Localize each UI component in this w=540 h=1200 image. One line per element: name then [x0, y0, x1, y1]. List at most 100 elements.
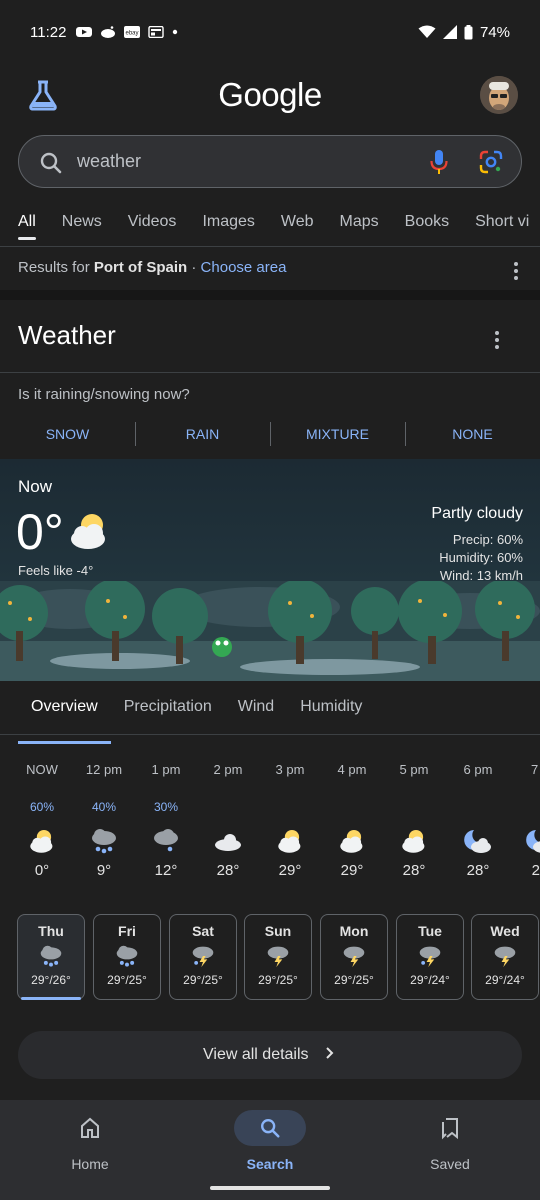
- current-temperature: 0°: [16, 504, 64, 560]
- wifi-icon: [418, 25, 436, 38]
- tab-all[interactable]: All: [0, 212, 49, 246]
- moon-cloud-icon: [509, 824, 540, 858]
- rain-cloud-icon: [73, 824, 135, 858]
- drizzle-cloud-icon: [135, 824, 197, 858]
- google-lens-icon[interactable]: [479, 150, 503, 174]
- nav-saved[interactable]: Saved: [360, 1100, 540, 1172]
- nav-search[interactable]: Search: [180, 1100, 360, 1172]
- day-card-wed[interactable]: Wed 29°/24°: [471, 914, 539, 1000]
- avatar-face-icon: [480, 76, 518, 114]
- tab-maps[interactable]: Maps: [327, 212, 392, 246]
- search-icon: [234, 1110, 306, 1146]
- tab-images[interactable]: Images: [189, 212, 267, 246]
- choice-mixture-button[interactable]: MIXTURE: [270, 420, 405, 450]
- chevron-right-icon: [326, 1047, 334, 1059]
- weather-scene-illustration: [0, 581, 540, 681]
- thunder-icon: [472, 941, 538, 971]
- location-more-icon[interactable]: [514, 262, 518, 283]
- hour-item: 6 pm 28°: [447, 762, 509, 879]
- day-card-mon[interactable]: Mon 29°/25°: [320, 914, 388, 1000]
- gesture-bar: [210, 1186, 330, 1190]
- thunder-icon: [245, 941, 311, 971]
- rain-cloud-icon: [94, 941, 160, 971]
- tab-news[interactable]: News: [49, 212, 115, 246]
- thunder-rain-icon: [397, 941, 463, 971]
- weather-details: Precip: 60% Humidity: 60% Wind: 13 km/h: [439, 531, 523, 585]
- ebay-icon: ebay: [124, 26, 141, 38]
- now-label: Now: [18, 477, 53, 496]
- tab-web[interactable]: Web: [268, 212, 327, 246]
- saved-icon: [360, 1100, 540, 1156]
- choice-snow-button[interactable]: SNOW: [0, 420, 135, 450]
- avatar[interactable]: [480, 76, 518, 114]
- youtube-icon: [76, 27, 93, 37]
- weather-tabs: Overview Precipitation Wind Humidity: [0, 690, 540, 744]
- hour-item: NOW 60% 0°: [11, 762, 73, 879]
- search-tabs: All News Videos Images Web Maps Books Sh…: [0, 212, 540, 246]
- signal-icon: [442, 25, 457, 39]
- day-card-tue[interactable]: Tue 29°/24°: [396, 914, 464, 1000]
- weather-more-icon[interactable]: [495, 331, 499, 352]
- nav-home[interactable]: Home: [0, 1100, 180, 1172]
- notification-dot-icon: [173, 29, 178, 35]
- status-time: 11:22: [30, 23, 67, 41]
- sun-cloud-icon: [321, 824, 383, 858]
- tab-videos[interactable]: Videos: [115, 212, 190, 246]
- cloud-icon: [197, 824, 259, 858]
- weather-title: Weather: [18, 320, 116, 350]
- sun-cloud-icon: [71, 514, 105, 549]
- feels-like: Feels like -4°: [18, 563, 94, 578]
- now-panel: Now 0° Feels like -4° Partly cloudy Prec…: [0, 459, 540, 681]
- choose-area-link[interactable]: Choose area: [201, 259, 287, 276]
- divider: [0, 246, 540, 247]
- battery-icon: [464, 24, 473, 39]
- battery-percent: 74%: [479, 23, 510, 41]
- hour-item: 2 pm 28°: [197, 762, 259, 879]
- tab-books[interactable]: Books: [392, 212, 462, 246]
- thunder-icon: [321, 941, 387, 971]
- hour-item: 5 pm 28°: [383, 762, 445, 879]
- daily-forecast: Thu 29°/26° Fri 29°/25° Sat 29°/25° Sun …: [0, 914, 540, 1004]
- tab-humidity[interactable]: Humidity: [287, 690, 375, 734]
- sun-cloud-icon: [383, 824, 445, 858]
- day-card-sat[interactable]: Sat 29°/25°: [169, 914, 237, 1000]
- google-logo: Google: [218, 76, 322, 113]
- bottom-navigation: Home Search Saved: [0, 1100, 540, 1200]
- location-name: Port of Spain: [93, 259, 188, 276]
- sun-cloud-icon: [259, 824, 321, 858]
- home-icon: [0, 1100, 180, 1156]
- thunder-rain-icon: [170, 941, 236, 971]
- section-gap: [0, 290, 540, 300]
- location-line: Results for Port of Spain · Choose area: [18, 259, 287, 276]
- day-card-fri[interactable]: Fri 29°/25°: [93, 914, 161, 1000]
- tab-short-videos[interactable]: Short vi: [462, 212, 540, 246]
- divider: [0, 372, 540, 373]
- view-all-details-button[interactable]: View all details: [18, 1031, 522, 1079]
- weather-report-choices: SNOW RAIN MIXTURE NONE: [0, 420, 540, 450]
- reddit-icon: [101, 26, 116, 38]
- sun-cloud-icon: [11, 824, 73, 858]
- condition: Partly cloudy: [431, 505, 523, 522]
- svg-text:ebay: ebay: [126, 31, 139, 37]
- hour-item: 3 pm 29°: [259, 762, 321, 879]
- tab-precipitation[interactable]: Precipitation: [111, 690, 225, 734]
- divider: [0, 734, 540, 735]
- moon-cloud-icon: [447, 824, 509, 858]
- search-input[interactable]: weather: [77, 151, 141, 172]
- hourly-forecast[interactable]: NOW 60% 0° 12 pm 40% 9° 1 pm 30% 12° 2 p…: [0, 762, 540, 882]
- humidity: Humidity: 60%: [439, 550, 523, 565]
- mic-icon[interactable]: [429, 149, 449, 175]
- search-icon: [40, 152, 62, 174]
- search-bar[interactable]: weather: [18, 135, 522, 188]
- status-bar: 11:22 ebay 74%: [0, 0, 540, 64]
- day-card-thu[interactable]: Thu 29°/26°: [17, 914, 85, 1000]
- choice-rain-button[interactable]: RAIN: [135, 420, 270, 450]
- hour-item: 4 pm 29°: [321, 762, 383, 879]
- tab-overview[interactable]: Overview: [18, 690, 111, 744]
- choice-none-button[interactable]: NONE: [405, 420, 540, 450]
- hour-item: 7 p 27: [509, 762, 540, 879]
- tab-wind[interactable]: Wind: [225, 690, 287, 734]
- rain-cloud-icon: [18, 941, 84, 971]
- weather-question: Is it raining/snowing now?: [18, 386, 190, 403]
- day-card-sun[interactable]: Sun 29°/25°: [244, 914, 312, 1000]
